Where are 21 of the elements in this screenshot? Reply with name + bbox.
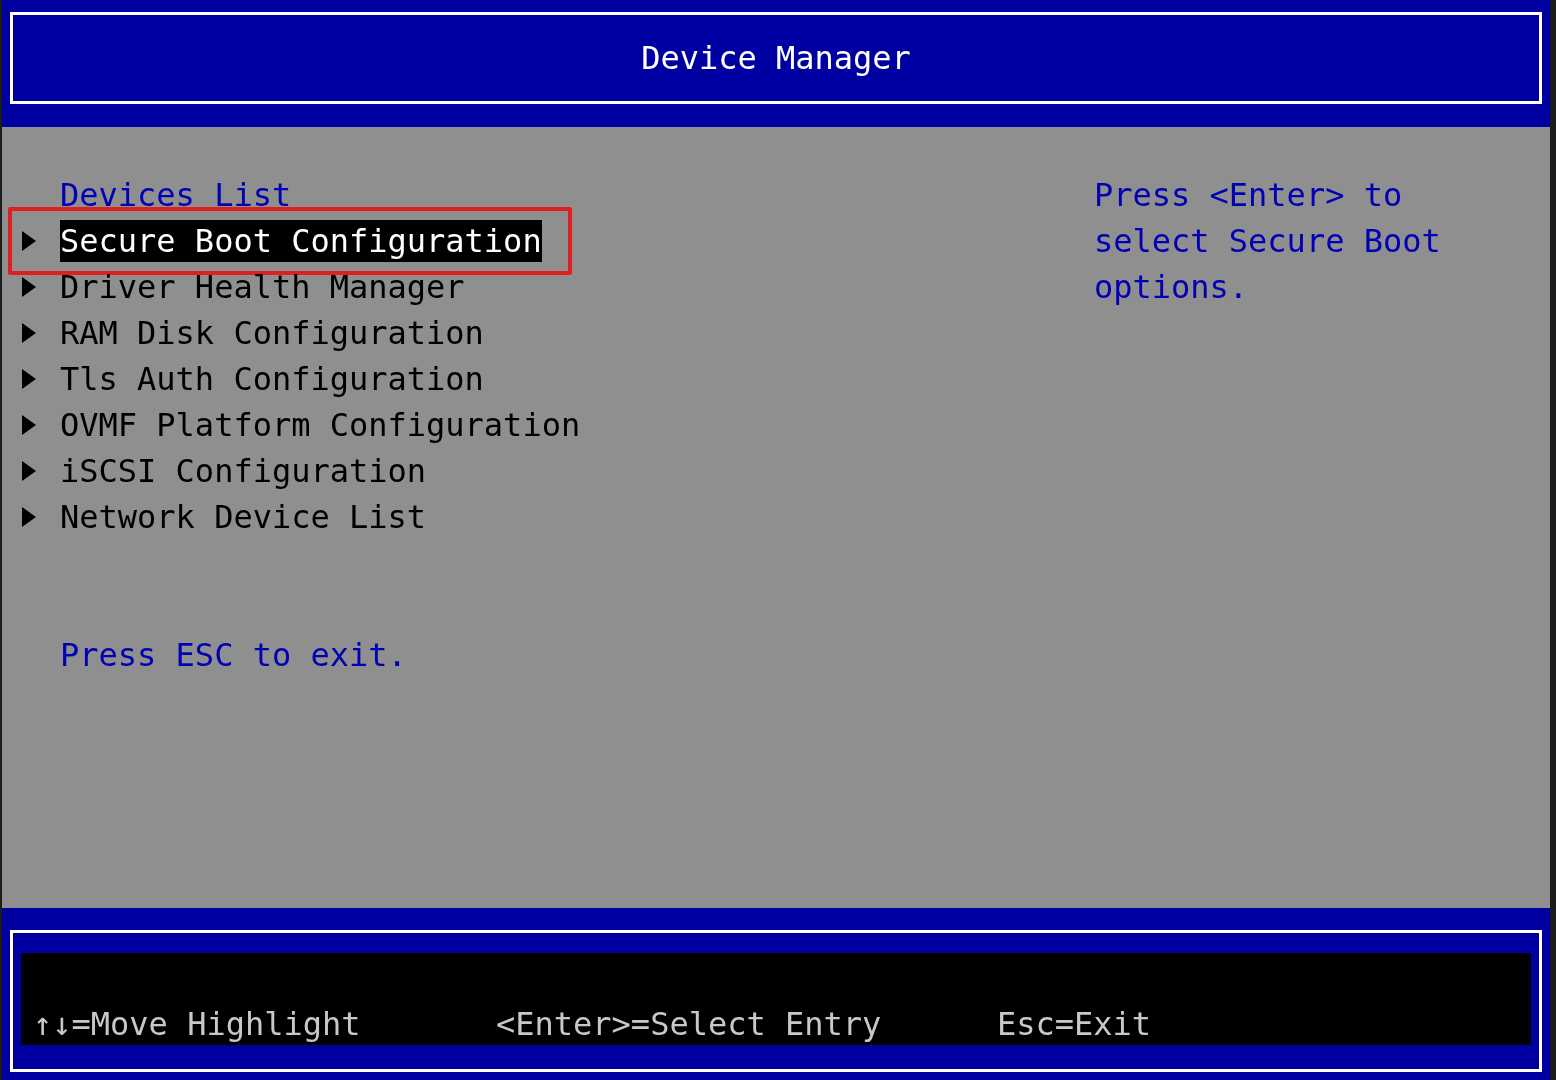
menu-item[interactable]: RAM Disk Configuration xyxy=(60,312,484,354)
key-hint: Esc=Exit xyxy=(997,1005,1152,1045)
triangle-icon xyxy=(22,461,36,481)
menu-item[interactable]: Driver Health Manager xyxy=(60,266,465,308)
triangle-icon xyxy=(22,277,36,297)
menu-item[interactable]: Network Device List xyxy=(60,496,427,538)
menu-item[interactable]: Tls Auth Configuration xyxy=(60,358,484,400)
triangle-icon xyxy=(22,369,36,389)
menu-item[interactable]: Secure Boot Configuration xyxy=(60,220,542,262)
triangle-icon xyxy=(22,323,36,343)
help-text: Press <Enter> to select Secure Boot options. xyxy=(1093,175,1442,308)
exit-hint: Press ESC to exit. xyxy=(59,635,408,676)
section-heading: Devices List xyxy=(59,175,293,216)
key-hint: <Enter>=Select Entry xyxy=(496,1005,883,1045)
triangle-icon xyxy=(22,507,36,527)
key-hint: ↑↓=Move Highlight xyxy=(33,1005,362,1045)
triangle-icon xyxy=(22,231,36,251)
triangle-icon xyxy=(22,415,36,435)
window-title: Device Manager xyxy=(641,39,911,77)
menu-item[interactable]: OVMF Platform Configuration xyxy=(60,404,581,446)
menu-item[interactable]: iSCSI Configuration xyxy=(60,450,427,492)
